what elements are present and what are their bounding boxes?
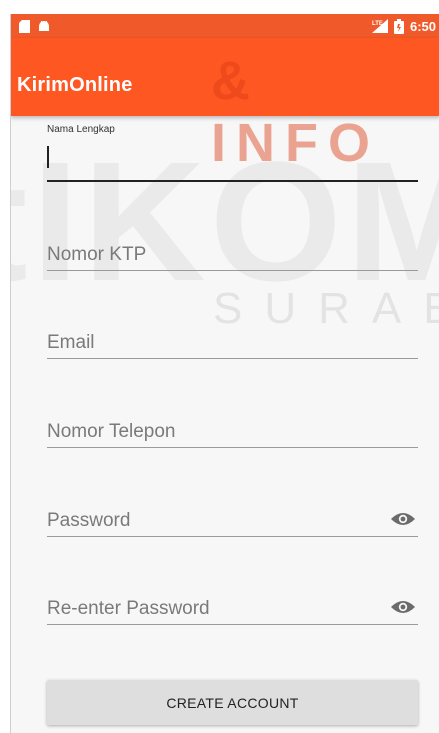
nomor-ktp-underline (47, 270, 418, 271)
text-cursor (47, 146, 49, 168)
eye-icon[interactable] (390, 511, 416, 527)
android-icon (39, 21, 49, 31)
sd-card-icon (19, 19, 30, 33)
nomor-telepon-underline (47, 447, 418, 448)
password-placeholder: Password (47, 510, 131, 531)
status-bar: LTE 6:50 (11, 14, 439, 38)
battery-icon (393, 18, 404, 34)
email-placeholder: Email (47, 332, 95, 353)
email-field[interactable]: Email (47, 328, 418, 378)
nama-lengkap-underline (47, 180, 418, 182)
email-underline (47, 358, 418, 359)
nama-lengkap-label: Nama Lengkap (47, 124, 115, 135)
password-field[interactable]: Password (47, 506, 418, 556)
watermark-line-4: SURAB (213, 284, 439, 333)
signal-lte-icon: LTE (371, 19, 388, 33)
svg-text:LTE: LTE (372, 21, 383, 27)
nomor-ktp-placeholder: Nomor KTP (47, 244, 147, 265)
reenter-password-underline (47, 624, 418, 625)
nama-lengkap-field[interactable]: Nama Lengkap (47, 124, 418, 194)
clock: 6:50 (409, 18, 436, 34)
app-bar: KirimOnline (11, 38, 439, 116)
password-underline (47, 536, 418, 537)
app-title: KirimOnline (17, 74, 133, 96)
phone-screen: INSTITUT & INFO tIKOM SURAB LTE 6 (10, 14, 439, 733)
reenter-password-field[interactable]: Re-enter Password (47, 594, 418, 644)
nomor-telepon-field[interactable]: Nomor Telepon (47, 417, 418, 467)
create-account-button[interactable]: CREATE ACCOUNT (47, 680, 418, 725)
reenter-password-placeholder: Re-enter Password (47, 598, 210, 619)
nomor-ktp-field[interactable]: Nomor KTP (47, 240, 418, 290)
eye-icon[interactable] (390, 599, 416, 615)
nomor-telepon-placeholder: Nomor Telepon (47, 421, 176, 442)
